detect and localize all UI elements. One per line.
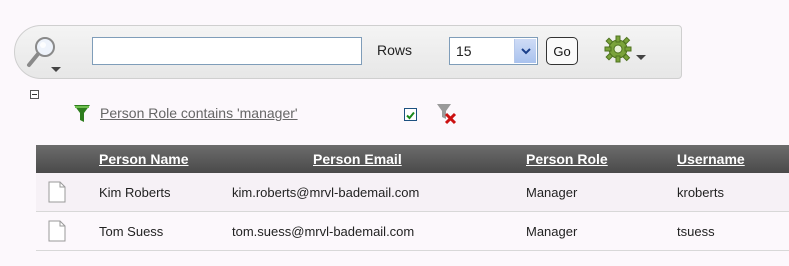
column-header-person-name[interactable]: Person Name xyxy=(99,151,188,167)
cell-person-email: kim.roberts@mrvl-bademail.com xyxy=(232,185,420,200)
rows-label: Rows xyxy=(377,42,413,58)
table-header: Person Name Person Email Person Role Use… xyxy=(36,145,789,173)
cell-person-email: tom.suess@mrvl-bademail.com xyxy=(232,224,415,239)
search-toolbar: Rows 15 Go xyxy=(14,25,682,79)
remove-filter-button[interactable] xyxy=(436,103,458,125)
document-icon[interactable] xyxy=(48,181,66,203)
funnel-icon xyxy=(74,105,90,122)
report-table: Person Name Person Email Person Role Use… xyxy=(36,145,789,251)
go-button[interactable]: Go xyxy=(546,37,578,65)
cell-person-role: Manager xyxy=(526,224,578,239)
table-row: Kim Roberts kim.roberts@mrvl-bademail.co… xyxy=(36,173,789,212)
check-icon xyxy=(406,111,415,120)
cell-person-name: Kim Roberts xyxy=(99,185,171,200)
actions-menu-button[interactable] xyxy=(596,33,652,71)
cell-username: tsuess xyxy=(677,224,715,239)
magnifier-icon xyxy=(27,37,61,72)
column-header-username[interactable]: Username xyxy=(677,151,745,167)
filter-edit-link[interactable]: Person Role contains 'manager' xyxy=(100,105,298,121)
column-header-person-email[interactable]: Person Email xyxy=(313,151,402,167)
filter-enable-checkbox[interactable] xyxy=(404,108,417,121)
cell-username: kroberts xyxy=(677,185,724,200)
search-input[interactable] xyxy=(92,37,362,65)
collapse-filters-button[interactable] xyxy=(30,90,39,99)
table-body: Kim Roberts kim.roberts@mrvl-bademail.co… xyxy=(36,173,789,251)
rows-select[interactable]: 15 xyxy=(449,37,538,65)
table-row: Tom Suess tom.suess@mrvl-bademail.com Ma… xyxy=(36,212,789,251)
gear-icon xyxy=(604,35,646,63)
funnel-delete-icon xyxy=(437,104,457,125)
cell-person-name: Tom Suess xyxy=(99,224,164,239)
document-icon[interactable] xyxy=(48,220,66,242)
search-options-button[interactable] xyxy=(21,33,63,75)
chevron-down-icon[interactable] xyxy=(514,39,536,63)
cell-person-role: Manager xyxy=(526,185,578,200)
rows-select-value: 15 xyxy=(456,43,472,59)
column-header-person-role[interactable]: Person Role xyxy=(526,151,608,167)
